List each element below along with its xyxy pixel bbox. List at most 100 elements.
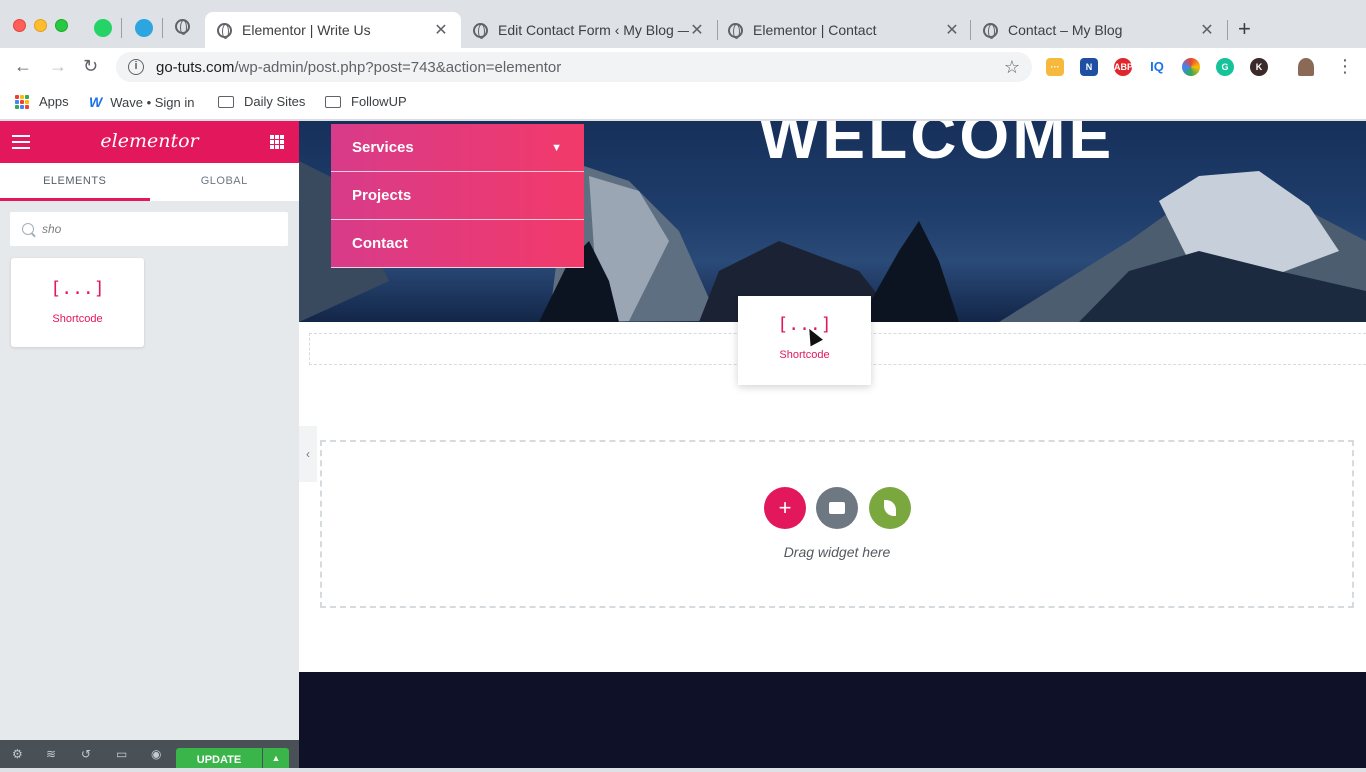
url-host: go-tuts.com [156,58,235,76]
navigator-layers-icon[interactable]: ≋ [46,747,56,761]
tab-elements[interactable]: ELEMENTS [0,163,150,201]
extension-k-icon[interactable]: K [1250,58,1268,76]
widget-label: Shortcode [779,349,830,361]
hero-welcome-title: WELCOME [759,121,1115,172]
widgets-grid-icon[interactable] [270,135,284,149]
tab-elementor-contact[interactable]: Elementor | Contact ✕ [716,12,972,48]
bookmark-label: Wave • Sign in [110,94,195,110]
folder-icon [829,501,845,514]
history-icon[interactable]: ↺ [81,747,91,761]
panel-collapse-chevron-left-icon[interactable]: ‹ [299,426,317,482]
url-path: /wp-admin/post.php?post=743&action=eleme… [234,58,562,76]
tab-separator [1227,20,1228,40]
bookmark-label: Apps [39,94,69,109]
menu-item-label: Contact [352,235,408,252]
chevron-down-icon: ▼ [551,142,562,154]
folder-icon [218,95,234,108]
address-bar[interactable]: i go-tuts.com/wp-admin/post.php?post=743… [116,52,1032,82]
responsive-desktop-icon[interactable]: ▭ [116,747,127,761]
menu-item-label: Services [352,139,414,156]
tab-separator [121,18,122,38]
empty-section-drop-area[interactable]: + Drag widget here [320,440,1354,608]
tab-contact-my-blog[interactable]: Contact – My Blog ✕ [971,12,1227,48]
panel-header: elementor [0,121,299,163]
globe-icon [217,22,232,39]
tab-title: Contact – My Blog [1008,22,1123,38]
menu-item-contact[interactable]: Contact [331,220,584,268]
add-section-button[interactable]: + [764,487,806,529]
reload-icon[interactable]: ↻ [83,56,98,77]
tab-title: Edit Contact Form ‹ My Blog — [498,22,689,38]
save-options-caret-icon[interactable]: ▲ [263,748,289,768]
tab-close-icon[interactable]: ✕ [433,20,449,40]
shortcode-icon: [...] [50,278,105,299]
extension-iq-icon[interactable]: IQ [1148,58,1166,76]
tab-global[interactable]: GLOBAL [150,163,300,201]
globe-icon [728,22,743,39]
globe-icon [473,22,488,39]
menu-item-services[interactable]: Services ▼ [331,124,584,172]
bookmark-followup[interactable]: FollowUP [325,94,407,109]
elementor-logo: elementor [100,130,199,152]
globe-pinned-tab-icon[interactable] [175,19,193,37]
tab-title: Elementor | Contact [753,22,877,38]
shortcode-widget-card[interactable]: [...] Shortcode [11,258,144,347]
bookmark-daily-sites[interactable]: Daily Sites [218,94,305,109]
extension-adblock-icon[interactable]: ABP [1114,58,1133,76]
widget-label: Shortcode [52,313,103,325]
forward-arrow-icon[interactable]: → [49,56,67,77]
nav-dropdown-menu: Services ▼ Projects Contact [331,124,584,268]
bookmark-label: FollowUP [351,94,407,109]
widget-search-input[interactable] [42,222,272,236]
window-close-button[interactable] [13,19,26,32]
tab-edit-contact-form[interactable]: Edit Contact Form ‹ My Blog — ✕ [461,12,717,48]
panel-tabs: ELEMENTS GLOBAL [0,163,299,201]
elementor-panel: elementor ELEMENTS GLOBAL [...] Shortcod… [0,121,299,768]
panel-footer: ⚙ ≋ ↺ ▭ ◉ UPDATE ▲ [0,740,299,768]
add-template-button[interactable] [816,487,858,529]
menu-item-label: Projects [352,187,412,204]
window-minimize-button[interactable] [34,19,47,32]
bookmark-wave[interactable]: W Wave • Sign in [89,94,195,110]
tab-title: Elementor | Write Us [242,22,371,38]
tab-separator [162,18,163,38]
tab-close-icon[interactable]: ✕ [944,20,960,40]
search-icon [22,223,34,235]
profile-avatar[interactable] [1298,58,1314,76]
extension-color-wheel-icon[interactable] [1182,58,1200,76]
settings-gear-icon[interactable]: ⚙ [12,747,23,761]
menu-item-projects[interactable]: Projects [331,172,584,220]
leaf-icon [884,499,896,516]
new-tab-plus-icon[interactable]: + [1238,16,1251,42]
page-footer-section [299,672,1366,768]
extension-grammarly-icon[interactable]: G [1216,58,1234,76]
dragged-shortcode-widget[interactable]: [...] Shortcode [738,296,871,385]
bookmark-label: Daily Sites [244,94,306,109]
preview-eye-icon[interactable]: ◉ [151,747,161,761]
whatsapp-pinned-tab-icon[interactable] [94,19,112,37]
extension-news-icon[interactable]: N [1080,58,1098,76]
browser-toolbar: ← → ↻ i go-tuts.com/wp-admin/post.php?po… [0,48,1366,86]
editor-canvas: WELCOME Services ▼ Projects Contact [...… [299,121,1366,768]
folder-icon [325,95,341,108]
envato-kit-button[interactable] [869,487,911,529]
hero-section: WELCOME Services ▼ Projects Contact [299,121,1366,322]
tab-close-icon[interactable]: ✕ [1199,20,1215,40]
bookmark-apps[interactable]: Apps [15,94,69,109]
browser-menu-icon[interactable]: ⋮ [1336,56,1354,77]
widget-search-box [10,212,288,246]
telegram-pinned-tab-icon[interactable] [135,19,153,37]
apps-grid-icon [15,94,29,109]
tab-close-icon[interactable]: ✕ [689,20,705,40]
info-icon[interactable]: i [128,59,144,75]
back-arrow-icon[interactable]: ← [14,56,32,77]
update-button[interactable]: UPDATE [176,748,262,768]
browser-tab-strip: Elementor | Write Us ✕ Edit Contact Form… [0,0,1366,48]
extension-sticky-notes-icon[interactable]: ··· [1046,58,1064,76]
drag-widget-hint: Drag widget here [783,544,891,560]
tab-elementor-write-us[interactable]: Elementor | Write Us ✕ [205,12,461,48]
bookmarks-bar: Apps W Wave • Sign in Daily Sites Follow… [0,86,1366,120]
globe-icon [983,22,998,39]
bookmark-star-icon[interactable]: ☆ [1004,57,1020,78]
window-maximize-button[interactable] [55,19,68,32]
